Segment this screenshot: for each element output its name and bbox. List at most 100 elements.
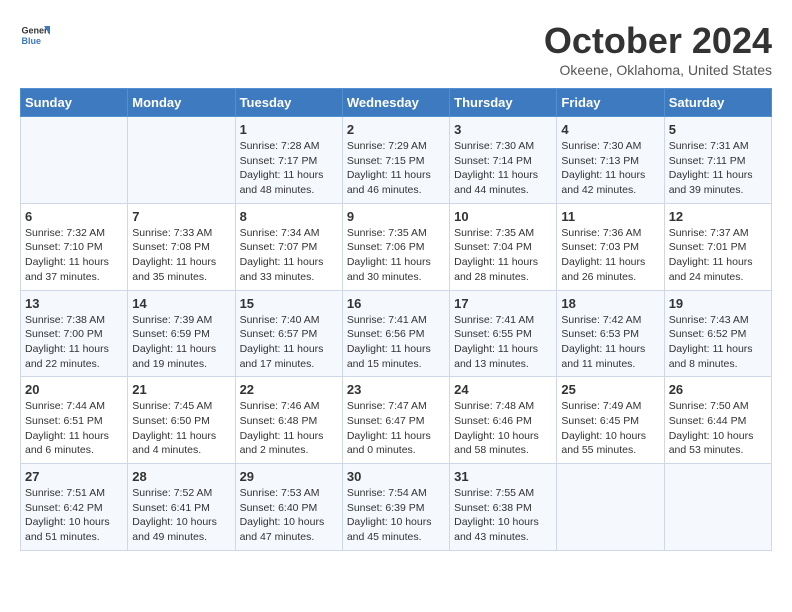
svg-text:Blue: Blue <box>22 36 42 46</box>
day-info: Sunrise: 7:28 AM Sunset: 7:17 PM Dayligh… <box>240 139 338 198</box>
calendar-day-cell: 9Sunrise: 7:35 AM Sunset: 7:06 PM Daylig… <box>342 203 449 290</box>
day-info: Sunrise: 7:38 AM Sunset: 7:00 PM Dayligh… <box>25 313 123 372</box>
calendar-week-row: 13 Sunrise: 7:38 AM Sunset: 7:00 PM Dayli… <box>21 290 772 377</box>
day-info: Sunrise: 7:47 AM Sunset: 6:47 PM Dayligh… <box>347 399 445 458</box>
calendar-day-cell: 22 Sunrise: 7:46 AM Sunset: 6:48 PM Dayli… <box>235 377 342 464</box>
day-info: Sunrise: 7:48 AM Sunset: 6:46 PM Dayligh… <box>454 399 552 458</box>
calendar-day-cell: 17Sunrise: 7:41 AM Sunset: 6:55 PM Dayli… <box>450 290 557 377</box>
calendar-day-cell: 11 Sunrise: 7:36 AM Sunset: 7:03 PM Dayli… <box>557 203 664 290</box>
calendar-day-cell: 20 Sunrise: 7:44 AM Sunset: 6:51 PM Dayli… <box>21 377 128 464</box>
day-info: Sunrise: 7:30 AM Sunset: 7:13 PM Dayligh… <box>561 139 659 198</box>
calendar-day-cell: 16Sunrise: 7:41 AM Sunset: 6:56 PM Dayli… <box>342 290 449 377</box>
calendar-day-cell: 31 Sunrise: 7:55 AM Sunset: 6:38 PM Dayli… <box>450 464 557 551</box>
calendar-day-cell <box>557 464 664 551</box>
day-info: Sunrise: 7:39 AM Sunset: 6:59 PM Dayligh… <box>132 313 230 372</box>
calendar-day-cell: 1 Sunrise: 7:28 AM Sunset: 7:17 PM Daylig… <box>235 117 342 204</box>
day-of-week-header: Monday <box>128 89 235 117</box>
day-of-week-header: Saturday <box>664 89 771 117</box>
day-number: 5 <box>669 122 767 137</box>
logo: General Blue <box>20 20 50 50</box>
day-info: Sunrise: 7:46 AM Sunset: 6:48 PM Dayligh… <box>240 399 338 458</box>
day-number: 8 <box>240 209 338 224</box>
day-info: Sunrise: 7:29 AM Sunset: 7:15 PM Dayligh… <box>347 139 445 198</box>
day-number: 29 <box>240 469 338 484</box>
day-of-week-header: Wednesday <box>342 89 449 117</box>
day-number: 1 <box>240 122 338 137</box>
calendar-day-cell <box>21 117 128 204</box>
day-number: 13 <box>25 296 123 311</box>
calendar-day-cell: 13 Sunrise: 7:38 AM Sunset: 7:00 PM Dayli… <box>21 290 128 377</box>
day-number: 2 <box>347 122 445 137</box>
day-number: 10 <box>454 209 552 224</box>
day-info: Sunrise: 7:33 AM Sunset: 7:08 PM Dayligh… <box>132 226 230 285</box>
calendar-day-cell: 24 Sunrise: 7:48 AM Sunset: 6:46 PM Dayli… <box>450 377 557 464</box>
calendar-day-cell: 4 Sunrise: 7:30 AM Sunset: 7:13 PM Daylig… <box>557 117 664 204</box>
calendar-header-row: SundayMondayTuesdayWednesdayThursdayFrid… <box>21 89 772 117</box>
calendar-day-cell: 18 Sunrise: 7:42 AM Sunset: 6:53 PM Dayli… <box>557 290 664 377</box>
calendar-day-cell <box>128 117 235 204</box>
calendar-day-cell: 30Sunrise: 7:54 AM Sunset: 6:39 PM Dayli… <box>342 464 449 551</box>
day-info: Sunrise: 7:53 AM Sunset: 6:40 PM Dayligh… <box>240 486 338 545</box>
day-info: Sunrise: 7:49 AM Sunset: 6:45 PM Dayligh… <box>561 399 659 458</box>
day-number: 26 <box>669 382 767 397</box>
day-info: Sunrise: 7:31 AM Sunset: 7:11 PM Dayligh… <box>669 139 767 198</box>
calendar-day-cell: 3 Sunrise: 7:30 AM Sunset: 7:14 PM Daylig… <box>450 117 557 204</box>
day-number: 6 <box>25 209 123 224</box>
day-info: Sunrise: 7:34 AM Sunset: 7:07 PM Dayligh… <box>240 226 338 285</box>
day-number: 14 <box>132 296 230 311</box>
calendar-day-cell: 26 Sunrise: 7:50 AM Sunset: 6:44 PM Dayli… <box>664 377 771 464</box>
day-info: Sunrise: 7:42 AM Sunset: 6:53 PM Dayligh… <box>561 313 659 372</box>
day-number: 24 <box>454 382 552 397</box>
calendar-day-cell: 5 Sunrise: 7:31 AM Sunset: 7:11 PM Daylig… <box>664 117 771 204</box>
day-info: Sunrise: 7:40 AM Sunset: 6:57 PM Dayligh… <box>240 313 338 372</box>
calendar-day-cell: 15Sunrise: 7:40 AM Sunset: 6:57 PM Dayli… <box>235 290 342 377</box>
day-number: 18 <box>561 296 659 311</box>
day-number: 19 <box>669 296 767 311</box>
day-info: Sunrise: 7:41 AM Sunset: 6:55 PM Dayligh… <box>454 313 552 372</box>
calendar-day-cell: 28 Sunrise: 7:52 AM Sunset: 6:41 PM Dayli… <box>128 464 235 551</box>
calendar-day-cell: 8 Sunrise: 7:34 AM Sunset: 7:07 PM Daylig… <box>235 203 342 290</box>
calendar-day-cell: 7 Sunrise: 7:33 AM Sunset: 7:08 PM Daylig… <box>128 203 235 290</box>
calendar-day-cell <box>664 464 771 551</box>
calendar-week-row: 27 Sunrise: 7:51 AM Sunset: 6:42 PM Dayli… <box>21 464 772 551</box>
day-info: Sunrise: 7:50 AM Sunset: 6:44 PM Dayligh… <box>669 399 767 458</box>
day-info: Sunrise: 7:55 AM Sunset: 6:38 PM Dayligh… <box>454 486 552 545</box>
calendar-day-cell: 23Sunrise: 7:47 AM Sunset: 6:47 PM Dayli… <box>342 377 449 464</box>
day-info: Sunrise: 7:32 AM Sunset: 7:10 PM Dayligh… <box>25 226 123 285</box>
day-info: Sunrise: 7:30 AM Sunset: 7:14 PM Dayligh… <box>454 139 552 198</box>
day-of-week-header: Friday <box>557 89 664 117</box>
day-number: 20 <box>25 382 123 397</box>
calendar-day-cell: 19 Sunrise: 7:43 AM Sunset: 6:52 PM Dayli… <box>664 290 771 377</box>
day-number: 9 <box>347 209 445 224</box>
day-of-week-header: Tuesday <box>235 89 342 117</box>
calendar-day-cell: 21Sunrise: 7:45 AM Sunset: 6:50 PM Dayli… <box>128 377 235 464</box>
day-number: 22 <box>240 382 338 397</box>
day-info: Sunrise: 7:51 AM Sunset: 6:42 PM Dayligh… <box>25 486 123 545</box>
month-title: October 2024 <box>544 20 772 62</box>
calendar-day-cell: 14 Sunrise: 7:39 AM Sunset: 6:59 PM Dayli… <box>128 290 235 377</box>
day-info: Sunrise: 7:35 AM Sunset: 7:04 PM Dayligh… <box>454 226 552 285</box>
calendar-day-cell: 29 Sunrise: 7:53 AM Sunset: 6:40 PM Dayli… <box>235 464 342 551</box>
calendar-day-cell: 2 Sunrise: 7:29 AM Sunset: 7:15 PM Daylig… <box>342 117 449 204</box>
calendar-week-row: 1 Sunrise: 7:28 AM Sunset: 7:17 PM Daylig… <box>21 117 772 204</box>
day-of-week-header: Thursday <box>450 89 557 117</box>
day-number: 28 <box>132 469 230 484</box>
calendar-day-cell: 25Sunrise: 7:49 AM Sunset: 6:45 PM Dayli… <box>557 377 664 464</box>
day-number: 7 <box>132 209 230 224</box>
day-number: 4 <box>561 122 659 137</box>
day-info: Sunrise: 7:37 AM Sunset: 7:01 PM Dayligh… <box>669 226 767 285</box>
location: Okeene, Oklahoma, United States <box>544 62 772 78</box>
day-info: Sunrise: 7:52 AM Sunset: 6:41 PM Dayligh… <box>132 486 230 545</box>
calendar-week-row: 20 Sunrise: 7:44 AM Sunset: 6:51 PM Dayli… <box>21 377 772 464</box>
day-info: Sunrise: 7:44 AM Sunset: 6:51 PM Dayligh… <box>25 399 123 458</box>
day-info: Sunrise: 7:43 AM Sunset: 6:52 PM Dayligh… <box>669 313 767 372</box>
day-info: Sunrise: 7:36 AM Sunset: 7:03 PM Dayligh… <box>561 226 659 285</box>
calendar-day-cell: 10 Sunrise: 7:35 AM Sunset: 7:04 PM Dayli… <box>450 203 557 290</box>
day-number: 31 <box>454 469 552 484</box>
logo-icon: General Blue <box>20 20 50 50</box>
day-number: 3 <box>454 122 552 137</box>
day-number: 11 <box>561 209 659 224</box>
day-info: Sunrise: 7:54 AM Sunset: 6:39 PM Dayligh… <box>347 486 445 545</box>
day-number: 27 <box>25 469 123 484</box>
day-info: Sunrise: 7:45 AM Sunset: 6:50 PM Dayligh… <box>132 399 230 458</box>
